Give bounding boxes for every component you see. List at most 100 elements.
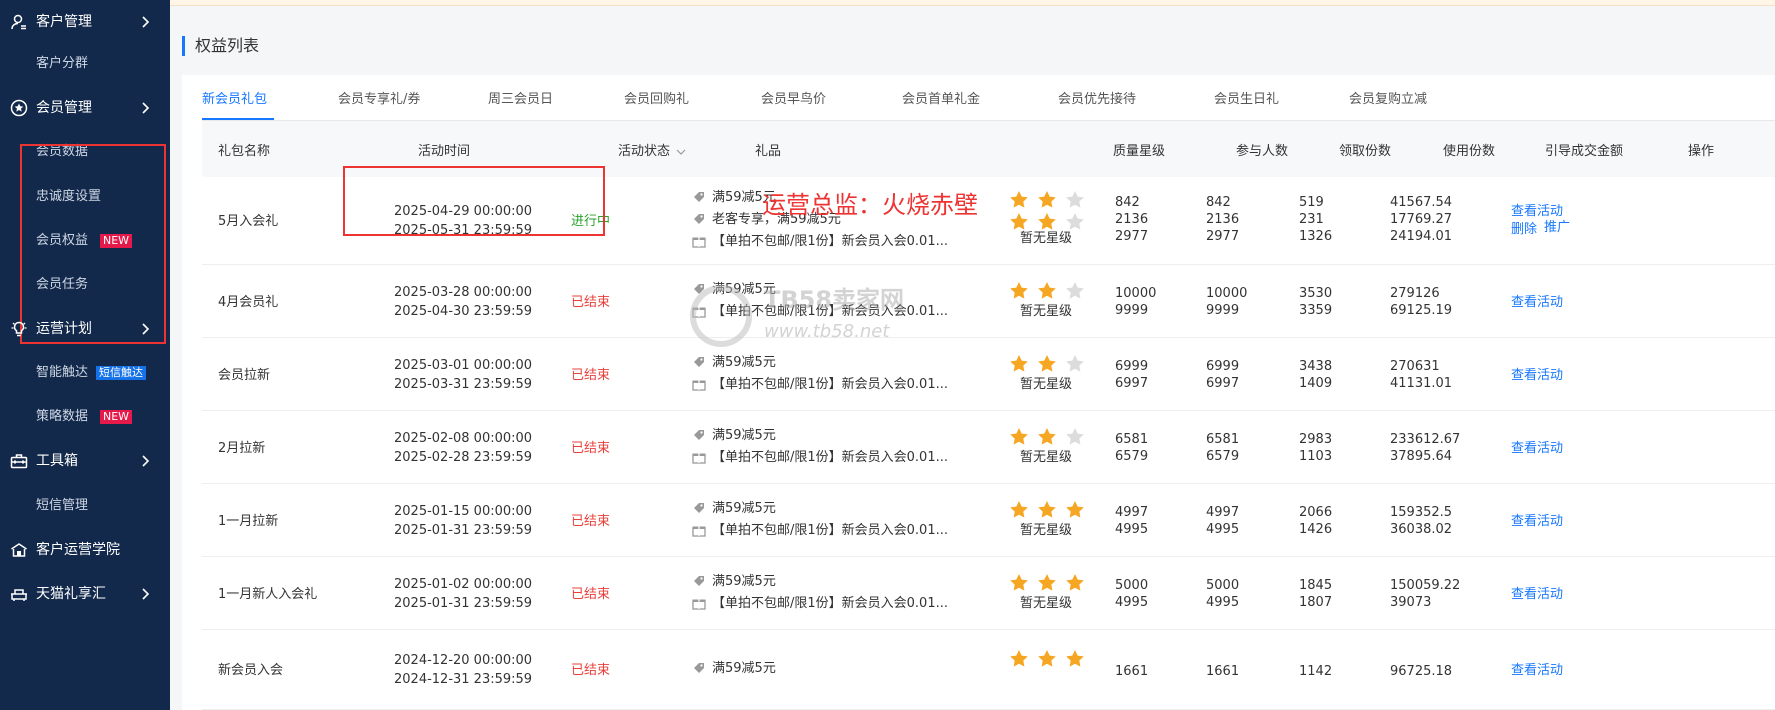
nav-academy[interactable]: 客户运营学院 bbox=[0, 532, 170, 568]
gift-name: 5月入会礼 bbox=[218, 214, 279, 229]
amount-value: 37895.64 bbox=[1390, 448, 1453, 464]
gift-text: 【单拍不包邮/限1份】新会员入会0.01... bbox=[712, 522, 948, 538]
gift-box-icon bbox=[692, 380, 706, 391]
view-activity-link[interactable]: 查看活动 bbox=[1511, 661, 1563, 680]
star-icon bbox=[1038, 281, 1056, 299]
gift-item: 满59减5元 bbox=[692, 499, 952, 518]
col-gifts: 礼品 bbox=[755, 144, 782, 159]
participants-value: 6997 bbox=[1115, 375, 1149, 391]
received-value: 4995 bbox=[1206, 521, 1240, 537]
tab-priority-service[interactable]: 会员优先接待 bbox=[1058, 92, 1136, 108]
star-rating bbox=[1008, 499, 1088, 521]
gift-box-icon bbox=[692, 237, 706, 248]
star-rating bbox=[1008, 426, 1088, 448]
star-rating bbox=[1008, 211, 1088, 233]
view-activity-link[interactable]: 查看活动 bbox=[1511, 293, 1563, 312]
tab-active-indicator bbox=[202, 118, 274, 120]
gift-item: 【单拍不包邮/限1份】新会员入会0.01... bbox=[692, 375, 952, 394]
star-icon bbox=[1038, 650, 1056, 667]
participants-value: 4995 bbox=[1115, 521, 1149, 537]
star-label: 暂无星级 bbox=[1020, 303, 1073, 319]
nav-member-manage[interactable]: 会员管理 bbox=[0, 90, 170, 126]
star-label: 暂无星级 bbox=[1020, 376, 1073, 392]
coupon-tag-icon bbox=[694, 575, 704, 586]
star-icon bbox=[1038, 212, 1056, 230]
star-icon bbox=[1038, 427, 1056, 445]
gift-text: 满59减5元 bbox=[712, 354, 776, 370]
gift-text: 满59减5元 bbox=[712, 500, 776, 516]
activity-end: 2025-01-31 23:59:59 bbox=[394, 595, 533, 611]
used-value: 1142 bbox=[1299, 663, 1333, 679]
col-gift-name: 礼包名称 bbox=[218, 144, 271, 159]
amount-value: 96725.18 bbox=[1390, 663, 1453, 679]
activity-start: 2025-03-28 00:00:00 bbox=[394, 284, 533, 300]
nav-customer-manage[interactable]: 客户管理 bbox=[0, 4, 170, 40]
col-activity-time: 活动时间 bbox=[418, 144, 471, 159]
tab-birthday-gift[interactable]: 会员生日礼 bbox=[1214, 92, 1279, 108]
gift-box-icon bbox=[692, 599, 706, 610]
tab-new-member-gift[interactable]: 新会员礼包 bbox=[202, 92, 267, 108]
activity-end: 2025-02-28 23:59:59 bbox=[394, 449, 533, 465]
activity-start: 2025-02-08 00:00:00 bbox=[394, 430, 533, 446]
member-badge-icon bbox=[10, 99, 28, 117]
sms-reach-badge: 短信触达 bbox=[96, 366, 146, 380]
star-icon bbox=[1010, 500, 1028, 518]
tab-first-order[interactable]: 会员首单礼金 bbox=[902, 92, 980, 108]
star-icon bbox=[1010, 212, 1028, 230]
sidebar-item-smart-reach[interactable]: 智能触达 bbox=[36, 365, 88, 381]
nav-tmall-gift[interactable]: 天猫礼享汇 bbox=[0, 576, 170, 612]
tab-repurchase-discount[interactable]: 会员复购立减 bbox=[1349, 92, 1427, 108]
gift-name: 1一月新人入会礼 bbox=[218, 586, 318, 602]
nav-operation-plan[interactable]: 运营计划 bbox=[0, 311, 170, 347]
gift-box-icon bbox=[692, 526, 706, 537]
watermark-logo-icon bbox=[690, 285, 752, 347]
gift-item: 满59减5元 bbox=[692, 353, 952, 372]
star-icon bbox=[1010, 427, 1028, 445]
tab-repurchase-gift[interactable]: 会员回购礼 bbox=[624, 92, 689, 108]
gift-name: 会员拉新 bbox=[218, 367, 271, 383]
nav-toolbox[interactable]: 工具箱 bbox=[0, 443, 170, 479]
gift-item: 【单拍不包邮/限1份】新会员入会0.01... bbox=[692, 232, 952, 251]
received-value: 6579 bbox=[1206, 448, 1240, 464]
sidebar-item-strategy-data[interactable]: 策略数据 bbox=[36, 409, 88, 425]
nav-tmall-gift-label: 天猫礼享汇 bbox=[36, 586, 106, 602]
star-icon bbox=[1066, 650, 1084, 667]
view-activity-link[interactable]: 查看活动 bbox=[1511, 439, 1563, 458]
col-actions: 操作 bbox=[1688, 144, 1715, 159]
promote-link[interactable]: 推广 bbox=[1544, 218, 1570, 237]
star-rating bbox=[1008, 572, 1088, 594]
star-rating bbox=[1008, 648, 1088, 670]
used-value: 1103 bbox=[1299, 448, 1333, 464]
delete-link[interactable]: 删除 bbox=[1511, 220, 1537, 239]
star-label: 暂无星级 bbox=[1020, 522, 1073, 538]
star-icon bbox=[1038, 190, 1056, 208]
user-manage-icon bbox=[11, 14, 26, 30]
table-row: 1一月拉新 2025-01-15 00:00:00 2025-01-31 23:59… bbox=[202, 484, 1775, 557]
tab-early-bird[interactable]: 会员早鸟价 bbox=[761, 92, 826, 108]
toolbox-icon bbox=[10, 454, 28, 469]
gift-name: 2月拉新 bbox=[218, 440, 266, 456]
star-icon bbox=[1066, 212, 1084, 230]
activity-end: 2024-12-31 23:59:59 bbox=[394, 672, 533, 687]
col-activity-status[interactable]: 活动状态 bbox=[618, 144, 670, 160]
overlay-caption: 运营总监：火烧赤壁 bbox=[762, 191, 978, 219]
bulb-icon bbox=[11, 321, 27, 337]
sidebar-item-sms-manage[interactable]: 短信管理 bbox=[36, 498, 88, 514]
activity-end: 2025-04-30 23:59:59 bbox=[394, 303, 533, 319]
view-activity-link[interactable]: 查看活动 bbox=[1511, 585, 1563, 604]
used-value: 1807 bbox=[1299, 594, 1333, 610]
star-icon bbox=[1066, 500, 1084, 518]
participants-value: 4995 bbox=[1115, 594, 1149, 610]
gift-text: 满59减5元 bbox=[712, 573, 776, 589]
view-activity-link[interactable]: 查看活动 bbox=[1511, 366, 1563, 385]
tab-member-exclusive[interactable]: 会员专享礼/券 bbox=[338, 92, 420, 108]
star-icon bbox=[1066, 573, 1084, 591]
sidebar-item-customer-group[interactable]: 客户分群 bbox=[36, 56, 88, 72]
gift-name: 1一月拉新 bbox=[218, 513, 279, 529]
filter-chevron-icon[interactable] bbox=[676, 147, 686, 157]
view-activity-link[interactable]: 查看活动 bbox=[1511, 512, 1563, 531]
star-rating bbox=[1008, 189, 1088, 211]
received-value: 2977 bbox=[1206, 228, 1240, 244]
coupon-tag-icon bbox=[694, 214, 704, 224]
tab-wednesday-day[interactable]: 周三会员日 bbox=[488, 92, 553, 108]
